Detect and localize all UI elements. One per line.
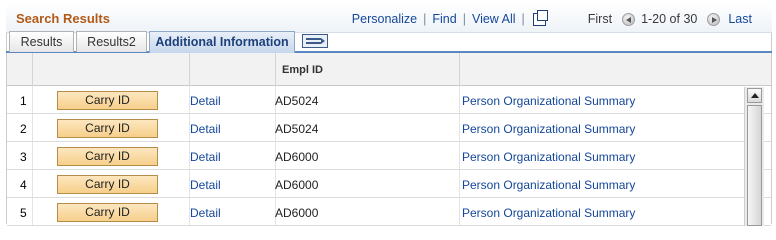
person-org-summary-link[interactable]: Person Organizational Summary xyxy=(462,206,635,220)
carry-id-button[interactable]: Carry ID xyxy=(57,119,158,138)
detail-link[interactable]: Detail xyxy=(190,150,221,164)
nav-separator: | xyxy=(423,12,427,26)
header-cell-detail xyxy=(190,53,276,86)
last-link[interactable]: Last xyxy=(728,12,752,26)
carry-id-button[interactable]: Carry ID xyxy=(57,147,158,166)
grid-tabs: Results Results2 Additional Information xyxy=(6,31,772,53)
row-number: 1 xyxy=(20,94,27,108)
personalize-link[interactable]: Personalize xyxy=(352,12,417,26)
detail-link[interactable]: Detail xyxy=(190,178,221,192)
person-org-summary-link[interactable]: Person Organizational Summary xyxy=(462,122,635,136)
arrow-left-icon[interactable] xyxy=(622,12,636,26)
table-row: 3 Carry ID Detail AD6000 Person Organiza… xyxy=(7,142,771,170)
grid-header: Search Results Personalize | Find | View… xyxy=(6,2,772,33)
row-number: 4 xyxy=(20,178,27,192)
table-row: 5 Carry ID Detail AD6000 Person Organiza… xyxy=(7,198,771,226)
person-org-summary-link[interactable]: Person Organizational Summary xyxy=(462,94,635,108)
zoom-new-window-icon[interactable] xyxy=(532,9,548,26)
empl-id-value: AD6000 xyxy=(275,206,319,220)
first-label: First xyxy=(587,12,613,26)
scroll-up-arrow-icon[interactable] xyxy=(747,88,762,103)
detail-link[interactable]: Detail xyxy=(190,94,221,108)
header-cell-action xyxy=(33,53,190,86)
empl-id-value: AD6000 xyxy=(275,150,319,164)
find-link[interactable]: Find xyxy=(432,12,456,26)
nav-separator: | xyxy=(521,12,525,26)
table-row: 4 Carry ID Detail AD6000 Person Organiza… xyxy=(7,170,771,198)
table-body: 1 Carry ID Detail AD5024 Person Organiza… xyxy=(7,86,771,226)
header-cell-rownum xyxy=(7,53,33,86)
nav-separator: | xyxy=(462,12,466,26)
grid-navigation: Personalize | Find | View All | First 1-… xyxy=(352,9,752,27)
carry-id-button[interactable]: Carry ID xyxy=(57,91,158,110)
person-org-summary-link[interactable]: Person Organizational Summary xyxy=(462,178,635,192)
row-number: 3 xyxy=(20,150,27,164)
detail-link[interactable]: Detail xyxy=(190,122,221,136)
view-all-link[interactable]: View All xyxy=(472,12,516,26)
empl-id-value: AD5024 xyxy=(275,122,319,136)
tab-results[interactable]: Results xyxy=(9,31,74,52)
vertical-scrollbar[interactable] xyxy=(744,87,764,226)
empl-id-value: AD6000 xyxy=(275,178,319,192)
person-org-summary-link[interactable]: Person Organizational Summary xyxy=(462,150,635,164)
show-all-columns-icon[interactable] xyxy=(302,34,328,48)
carry-id-button[interactable]: Carry ID xyxy=(57,175,158,194)
table-row: 1 Carry ID Detail AD5024 Person Organiza… xyxy=(7,86,771,114)
carry-id-button[interactable]: Carry ID xyxy=(57,203,158,222)
header-cell-link xyxy=(460,53,771,86)
table-header: Empl ID xyxy=(7,53,771,86)
tab-results2[interactable]: Results2 xyxy=(76,31,147,52)
table-row: 2 Carry ID Detail AD5024 Person Organiza… xyxy=(7,114,771,142)
detail-link[interactable]: Detail xyxy=(190,206,221,220)
tab-additional-information[interactable]: Additional Information xyxy=(149,31,295,53)
scroll-thumb[interactable] xyxy=(747,105,762,226)
empl-id-value: AD5024 xyxy=(275,94,319,108)
row-number: 5 xyxy=(20,206,27,220)
results-table: Empl ID 1 Carry ID Detail AD5024 Person … xyxy=(7,53,771,226)
row-range: 1-20 of 30 xyxy=(641,12,698,26)
arrow-right-icon[interactable] xyxy=(707,12,721,26)
row-number: 2 xyxy=(20,122,27,136)
column-header-empl-id[interactable]: Empl ID xyxy=(282,64,323,76)
grid-title: Search Results xyxy=(16,11,110,26)
